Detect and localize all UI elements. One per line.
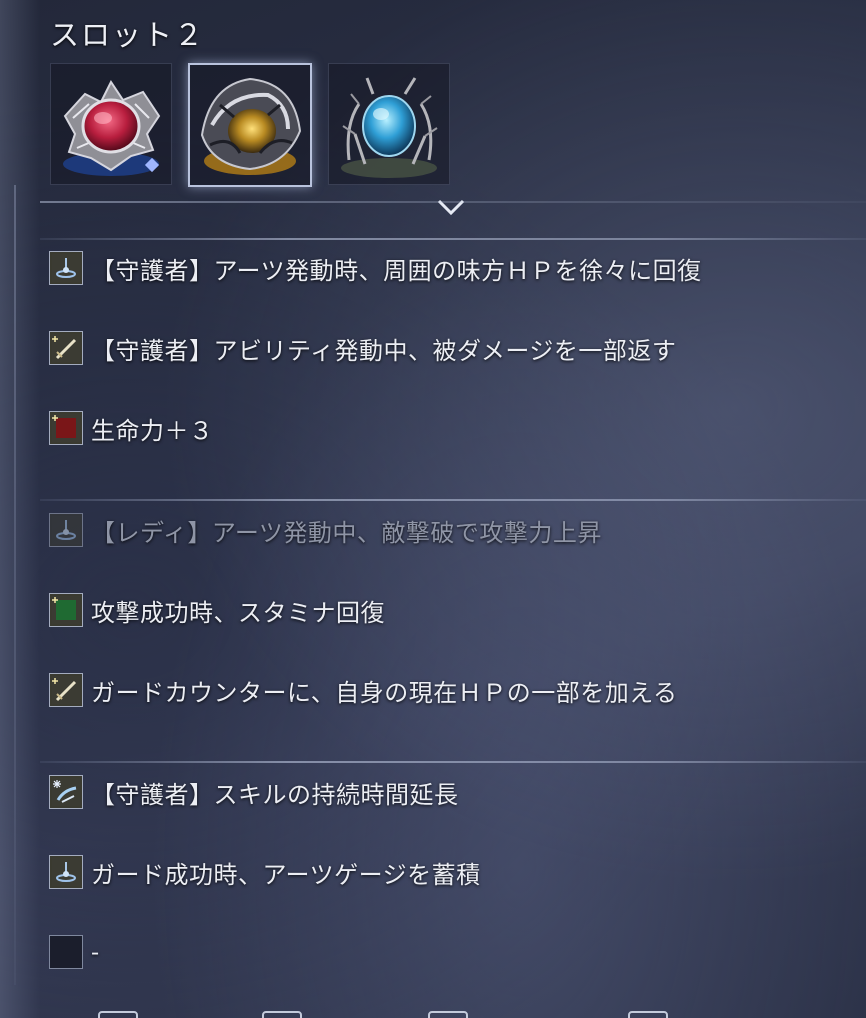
- bottom-tab-3[interactable]: [428, 1011, 468, 1018]
- bottom-tab-1[interactable]: [98, 1011, 138, 1018]
- effect-text: 生命力＋３: [91, 416, 214, 445]
- effect-row: 【守護者】スキルの持続時間延長: [49, 775, 459, 809]
- bottom-tab-4[interactable]: [628, 1011, 668, 1018]
- sword-icon: [49, 673, 83, 707]
- effect-text: 攻撃成功時、スタミナ回復: [91, 598, 385, 627]
- green-stat-icon: [49, 593, 83, 627]
- slot-title: スロット２: [50, 18, 206, 52]
- red-stat-icon: [49, 411, 83, 445]
- effect-group-divider-2: [40, 499, 866, 501]
- effect-text: 【守護者】アーツ発動時、周囲の味方ＨＰを徐々に回復: [91, 256, 702, 285]
- empty-icon: [49, 935, 83, 969]
- effect-row: ガード成功時、アーツゲージを蓄積: [49, 855, 481, 889]
- bottom-tab-strip: [0, 1011, 866, 1018]
- arts-icon: [49, 513, 83, 547]
- arts-icon: [49, 855, 83, 889]
- relic-slot-3[interactable]: [328, 63, 450, 185]
- yellow-relic-icon: [200, 77, 302, 175]
- effect-group-divider-1: [40, 238, 866, 240]
- arts-icon: [49, 251, 83, 285]
- effect-text: 【レディ】アーツ発動中、敵撃破で攻撃力上昇: [91, 518, 602, 547]
- effect-text: 【守護者】スキルの持続時間延長: [91, 780, 459, 809]
- red-relic-icon: [63, 80, 161, 176]
- effect-text: -: [91, 938, 100, 966]
- effect-group-divider-3: [40, 761, 866, 763]
- skill-icon: [49, 775, 83, 809]
- effect-row-empty: -: [49, 935, 100, 969]
- slot-divider: [40, 201, 866, 203]
- effect-row: 【守護者】アビリティ発動中、被ダメージを一部返す: [49, 331, 676, 365]
- sword-icon: [49, 331, 83, 365]
- bottom-tab-2[interactable]: [262, 1011, 302, 1018]
- left-frame-line: [14, 185, 16, 985]
- effect-row: 攻撃成功時、スタミナ回復: [49, 593, 385, 627]
- effect-row: 【守護者】アーツ発動時、周囲の味方ＨＰを徐々に回復: [49, 251, 702, 285]
- relic-slot-row: [50, 63, 466, 187]
- effect-text: 【守護者】アビリティ発動中、被ダメージを一部返す: [91, 336, 677, 365]
- effect-text: ガード成功時、アーツゲージを蓄積: [91, 860, 481, 889]
- blue-relic-icon: [341, 77, 438, 178]
- effect-row-inactive: 【レディ】アーツ発動中、敵撃破で攻撃力上昇: [49, 513, 602, 547]
- effect-row: 生命力＋３: [49, 411, 214, 445]
- relic-slot-2[interactable]: [188, 63, 312, 187]
- effect-text: ガードカウンターに、自身の現在ＨＰの一部を加える: [91, 678, 678, 707]
- effect-row: ガードカウンターに、自身の現在ＨＰの一部を加える: [49, 673, 678, 707]
- relic-slot-1[interactable]: [50, 63, 172, 185]
- left-frame-edge: [0, 0, 40, 1018]
